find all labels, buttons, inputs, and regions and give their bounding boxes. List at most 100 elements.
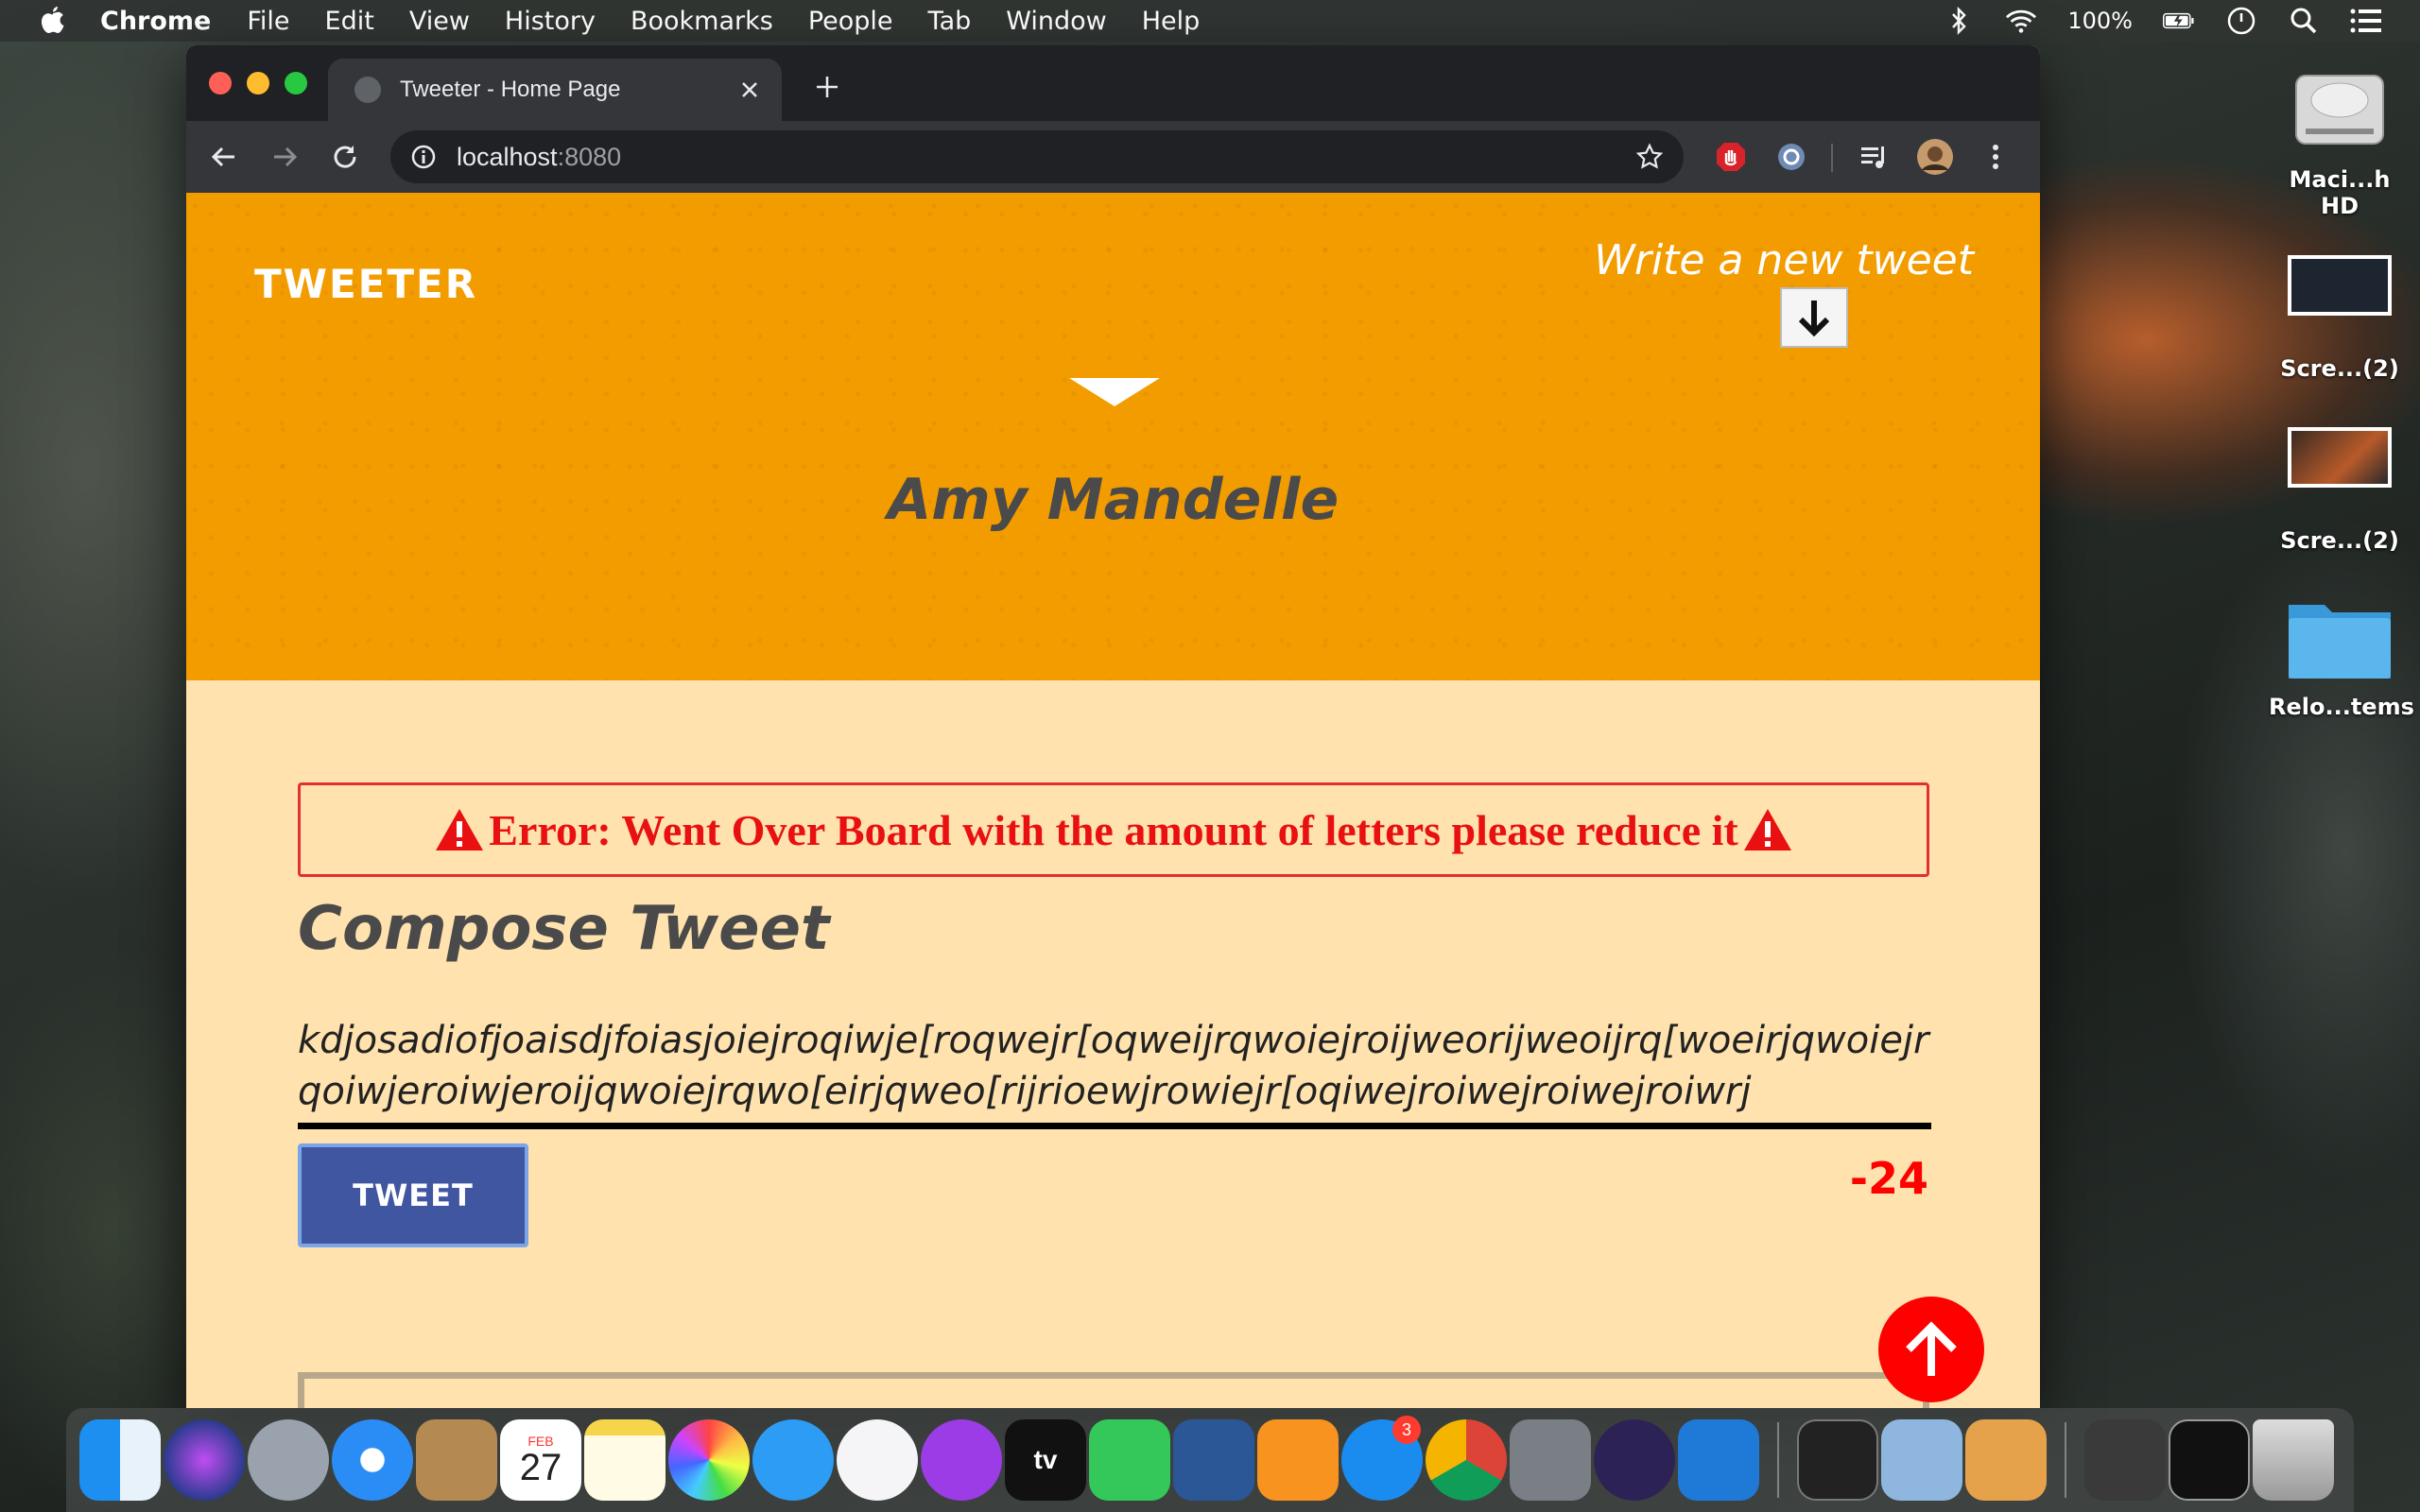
back-arrow-icon[interactable] [205, 138, 243, 176]
folder-icon [2285, 592, 2394, 682]
media-queue-icon[interactable] [1856, 138, 1893, 176]
brand-logo[interactable]: TWEETER [254, 261, 477, 307]
screenshot-thumbnail [2288, 427, 2392, 488]
facetime-icon[interactable] [1089, 1419, 1170, 1501]
up-arrow-icon [1906, 1321, 1957, 1376]
bluetooth-icon[interactable] [1943, 5, 1975, 37]
trash-icon[interactable] [2253, 1419, 2334, 1501]
photos-icon[interactable] [668, 1419, 750, 1501]
browser-toolbar: localhost:8080 [186, 121, 2040, 193]
down-arrow-icon [1798, 301, 1830, 337]
app-store-icon[interactable]: 3 [1341, 1416, 1423, 1501]
hero-header: TWEETER Write a new tweet Amy Mandelle [186, 193, 2040, 680]
web-page: TWEETER Write a new tweet Amy Mandelle E… [186, 193, 2040, 1408]
textarea-underline [298, 1123, 1931, 1129]
vscode-icon[interactable] [1678, 1419, 1759, 1501]
calendar-icon[interactable]: FEB 27 [500, 1419, 581, 1501]
google-chrome-icon[interactable] [1426, 1419, 1507, 1501]
desktop-icon-label: Relo...tems [2269, 694, 2414, 720]
desktop-icon-label: Maci...h HD [2289, 166, 2391, 219]
apple-menu-icon[interactable] [34, 2, 72, 40]
profile-name: Amy Mandelle [887, 467, 1340, 533]
extension-circle-icon[interactable] [1772, 138, 1810, 176]
url-port: :8080 [557, 142, 622, 171]
desktop-icon-screenshot-1[interactable]: Scre...(2) [2269, 255, 2411, 382]
window-minimize-button[interactable] [247, 72, 269, 94]
hard-drive-icon [2290, 57, 2389, 155]
adblock-extension-icon[interactable] [1712, 138, 1750, 176]
site-info-icon[interactable] [407, 141, 440, 173]
menu-app-name[interactable]: Chrome [100, 7, 211, 36]
menu-bar: Chrome File Edit View History Bookmarks … [0, 0, 2420, 42]
desktop-icon-relocated-items[interactable]: Relo...tems [2269, 592, 2414, 720]
warning-icon [436, 809, 484, 850]
finder-icon[interactable] [79, 1419, 161, 1501]
contacts-icon[interactable] [416, 1419, 497, 1501]
browser-tab[interactable]: Tweeter - Home Page [328, 59, 782, 121]
down-arrow-button[interactable] [1780, 287, 1848, 348]
wifi-icon[interactable] [2005, 5, 2037, 37]
battery-charging-icon[interactable] [2163, 5, 2195, 37]
reload-icon[interactable] [326, 138, 364, 176]
error-message-box: Error: Went Over Board with the amount o… [298, 782, 1929, 877]
scroll-to-top-button[interactable] [1878, 1297, 1984, 1402]
forward-arrow-icon[interactable] [266, 138, 303, 176]
desktop-icon-hard-drive[interactable]: Maci...h HD [2269, 57, 2411, 219]
desktop-icon-screenshot-2[interactable]: Scre...(2) [2269, 427, 2411, 554]
menu-view[interactable]: View [409, 7, 470, 36]
menu-help[interactable]: Help [1142, 7, 1201, 36]
microsoft-word-icon[interactable] [1173, 1419, 1254, 1501]
tweet-submit-button[interactable]: TWEET [298, 1143, 528, 1247]
window-close-button[interactable] [209, 72, 232, 94]
url-text: localhost:8080 [457, 143, 621, 172]
address-bar[interactable]: localhost:8080 [390, 130, 1684, 183]
minimized-window-icon[interactable] [2169, 1419, 2250, 1501]
warning-icon [1743, 809, 1791, 850]
books-icon[interactable] [1257, 1419, 1339, 1501]
calculator-icon[interactable] [1965, 1419, 2047, 1501]
chrome-menu-icon[interactable] [1977, 138, 2014, 176]
desktop-icon-label: Scre...(2) [2280, 527, 2399, 554]
launchpad-icon[interactable] [248, 1419, 329, 1501]
window-zoom-button[interactable] [285, 72, 307, 94]
spotlight-search-icon[interactable] [2288, 5, 2320, 37]
system-preferences-icon[interactable] [1510, 1419, 1591, 1501]
error-message-text: Error: Went Over Board with the amount o… [489, 805, 1738, 854]
battery-percent: 100% [2067, 8, 2133, 34]
url-host: localhost [457, 142, 558, 171]
dock-separator [2065, 1422, 2066, 1498]
bookmark-star-icon[interactable] [1633, 140, 1667, 174]
menu-window[interactable]: Window [1006, 7, 1106, 36]
new-tab-icon[interactable] [810, 70, 844, 104]
menu-people[interactable]: People [808, 7, 893, 36]
safari-icon[interactable] [332, 1419, 413, 1501]
podcasts-icon[interactable] [921, 1419, 1002, 1501]
menu-tab[interactable]: Tab [928, 7, 972, 36]
music-icon[interactable] [837, 1419, 918, 1501]
terminal-icon[interactable] [1797, 1419, 1878, 1501]
menu-file[interactable]: File [247, 7, 289, 36]
menu-edit[interactable]: Edit [325, 7, 374, 36]
downloads-stack-icon[interactable] [2084, 1419, 2166, 1501]
profile-avatar[interactable] [1916, 138, 1954, 176]
character-counter: -24 [1849, 1153, 1928, 1204]
browser-titlebar: Tweeter - Home Page [186, 45, 2040, 121]
preview-icon[interactable] [1881, 1419, 1962, 1501]
write-new-tweet-link[interactable]: Write a new tweet [1594, 236, 1974, 284]
apple-tv-icon[interactable]: tv [1005, 1419, 1086, 1501]
tweet-textarea[interactable]: kdjosadiofjoaisdjfoiasjoiejroqiwje[roqwe… [298, 1015, 1931, 1117]
tab-close-icon[interactable] [733, 73, 767, 107]
tweet-card [298, 1372, 1929, 1408]
messages-icon[interactable] [752, 1419, 834, 1501]
tab-title: Tweeter - Home Page [400, 77, 621, 102]
eclipse-icon[interactable] [1594, 1419, 1675, 1501]
menu-history[interactable]: History [505, 7, 596, 36]
notification-center-icon[interactable] [2350, 5, 2382, 37]
siri-icon[interactable] [164, 1419, 245, 1501]
chevron-down-icon [1069, 378, 1160, 406]
time-machine-icon[interactable] [2225, 5, 2257, 37]
notes-icon[interactable] [584, 1419, 666, 1501]
menu-bookmarks[interactable]: Bookmarks [631, 7, 773, 36]
screenshot-thumbnail [2288, 255, 2392, 316]
dock: FEB 27 tv 3 [66, 1408, 2354, 1512]
